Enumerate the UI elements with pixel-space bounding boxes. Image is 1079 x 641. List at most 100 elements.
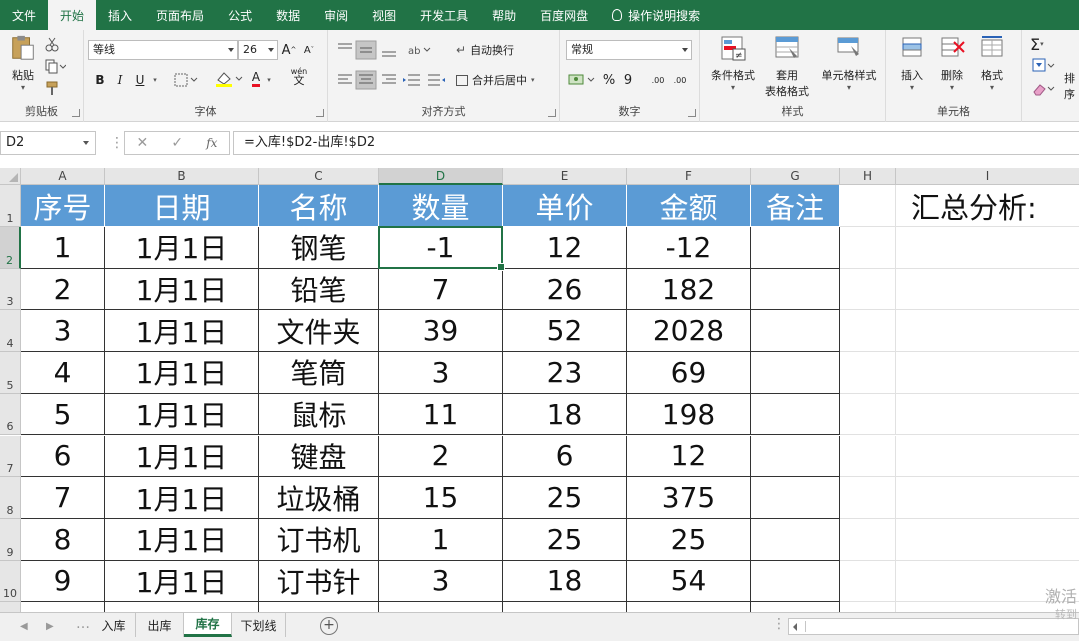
font-color-button[interactable]: A: [248, 68, 264, 88]
ribbon-tab-3[interactable]: 页面布局: [144, 0, 216, 30]
grid-cell[interactable]: [896, 269, 1079, 311]
tell-me-search[interactable]: 操作说明搜索: [600, 0, 712, 30]
horizontal-align-icons[interactable]: [336, 70, 398, 90]
paste-button[interactable]: 粘贴 ▾: [6, 34, 40, 92]
column-header[interactable]: B: [105, 168, 259, 185]
grid-cell[interactable]: [840, 185, 896, 227]
row-header[interactable]: [0, 602, 21, 612]
row-header[interactable]: 6: [0, 393, 21, 436]
row-header[interactable]: 2: [0, 227, 21, 269]
percent-style-button[interactable]: %: [600, 70, 618, 90]
formula-input[interactable]: =入库!$D2-出库!$D2: [233, 131, 1079, 155]
table-cell[interactable]: 铅笔: [259, 268, 379, 311]
table-cell[interactable]: [751, 268, 840, 311]
number-launcher-icon[interactable]: [688, 109, 696, 117]
autosum-button[interactable]: Σ ▾: [1030, 34, 1056, 54]
table-cell[interactable]: 11: [379, 393, 503, 436]
indent-icons[interactable]: [402, 72, 446, 88]
table-cell[interactable]: 4: [21, 352, 105, 394]
sheet-next-icon[interactable]: ▶: [46, 621, 54, 632]
table-cell[interactable]: 垃圾桶: [259, 477, 379, 519]
comma-style-button[interactable]: 9: [620, 70, 636, 90]
ribbon-tab-1[interactable]: 开始: [48, 0, 97, 30]
grid-cell[interactable]: [105, 602, 259, 612]
table-cell[interactable]: [751, 560, 840, 603]
table-cell[interactable]: 18: [503, 560, 627, 603]
table-cell[interactable]: 3: [379, 352, 503, 394]
table-cell[interactable]: 1月1日: [105, 518, 259, 561]
table-cell[interactable]: 12: [627, 435, 751, 478]
underline-button[interactable]: U: [130, 70, 150, 90]
table-cell[interactable]: 8: [21, 518, 105, 561]
row-header[interactable]: 1: [0, 185, 21, 227]
number-format-select[interactable]: 常规: [566, 40, 692, 60]
table-cell[interactable]: 2: [379, 435, 503, 478]
tabs-split-handle-icon[interactable]: ⋮: [772, 616, 786, 632]
clipboard-launcher-icon[interactable]: [72, 109, 80, 117]
merge-center-button[interactable]: 合并后居中 ▾: [456, 70, 554, 90]
table-cell[interactable]: 鼠标: [259, 393, 379, 436]
row-header[interactable]: 10: [0, 560, 21, 603]
table-cell[interactable]: 5: [21, 393, 105, 436]
grid-cell[interactable]: [840, 560, 896, 603]
table-cell[interactable]: 文件夹: [259, 310, 379, 353]
grid-cell[interactable]: [840, 602, 896, 612]
font-color-dropdown-icon[interactable]: ▾: [264, 70, 274, 90]
table-cell[interactable]: 25: [503, 518, 627, 561]
table-cell[interactable]: 1月1日: [105, 393, 259, 436]
table-header-cell[interactable]: 备注: [751, 185, 840, 227]
row-header[interactable]: 7: [0, 435, 21, 478]
row-header[interactable]: 9: [0, 518, 21, 561]
ribbon-tab-2[interactable]: 插入: [96, 0, 144, 30]
name-box[interactable]: D2: [0, 131, 96, 155]
grid-cell[interactable]: [259, 602, 379, 612]
copy-icon[interactable]: [44, 58, 66, 74]
table-cell[interactable]: 9: [21, 560, 105, 603]
format-cells-button[interactable]: 格式 ▾: [972, 34, 1012, 92]
grid-cell[interactable]: [503, 602, 627, 612]
sheet-tab-1[interactable]: 出库: [136, 613, 184, 637]
table-cell[interactable]: 198: [627, 393, 751, 436]
column-header[interactable]: I: [896, 168, 1079, 185]
grid-cell[interactable]: [896, 310, 1079, 353]
grid-cell[interactable]: [896, 227, 1079, 269]
grid-cell[interactable]: [896, 436, 1079, 478]
table-cell[interactable]: 54: [627, 560, 751, 603]
underline-dropdown-icon[interactable]: ▾: [150, 70, 160, 90]
table-cell[interactable]: 1月1日: [105, 227, 259, 269]
ribbon-tab-6[interactable]: 审阅: [312, 0, 360, 30]
increase-decimal-button[interactable]: .00: [648, 70, 668, 90]
column-header[interactable]: F: [627, 168, 751, 185]
grid-cell[interactable]: [840, 435, 896, 478]
ribbon-tab-0[interactable]: 文件: [0, 0, 48, 30]
horizontal-scrollbar[interactable]: [788, 618, 1079, 635]
ribbon-tab-10[interactable]: 百度网盘: [528, 0, 600, 30]
table-cell[interactable]: [751, 477, 840, 519]
grid-cell[interactable]: [896, 394, 1079, 436]
ribbon-tab-9[interactable]: 帮助: [480, 0, 528, 30]
table-cell[interactable]: 1月1日: [105, 310, 259, 353]
fill-color-icon[interactable]: [214, 70, 244, 88]
scroll-left-icon[interactable]: [793, 623, 797, 631]
cut-icon[interactable]: [44, 36, 60, 52]
table-cell[interactable]: 笔筒: [259, 352, 379, 394]
grid-cell[interactable]: [896, 477, 1079, 519]
table-header-cell[interactable]: 日期: [105, 185, 259, 227]
table-cell[interactable]: 39: [379, 310, 503, 353]
format-painter-icon[interactable]: [44, 80, 60, 96]
table-cell[interactable]: 1月1日: [105, 352, 259, 394]
sort-filter-label[interactable]: 排序: [1064, 70, 1079, 102]
select-all-corner[interactable]: [0, 168, 21, 185]
font-name-select[interactable]: 等线: [88, 40, 238, 60]
format-as-table-button[interactable]: 套用 表格格式: [758, 34, 816, 99]
table-cell[interactable]: [751, 227, 840, 269]
grid-cell[interactable]: [896, 519, 1079, 561]
table-cell[interactable]: 69: [627, 352, 751, 394]
table-cell[interactable]: 1: [379, 518, 503, 561]
table-cell[interactable]: 7: [379, 268, 503, 311]
worksheet-grid[interactable]: A B C D E F G H I 1 2 3 4 5 6 7 8 9 10 序号 日期 名称 数量 单价 金额 备注 汇总分析: 1…: [0, 168, 1079, 612]
column-header[interactable]: H: [840, 168, 896, 185]
grid-cell[interactable]: [21, 602, 105, 612]
cancel-entry-icon[interactable]: ✕: [137, 135, 149, 151]
table-cell[interactable]: 订书机: [259, 518, 379, 561]
